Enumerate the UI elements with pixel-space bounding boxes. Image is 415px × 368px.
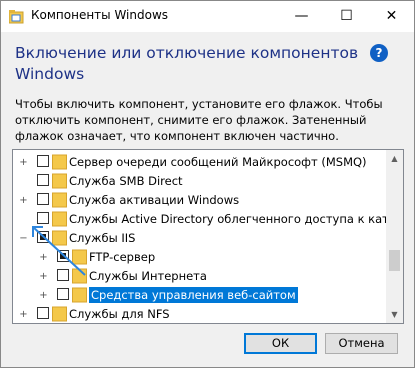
tree-item[interactable]: Службы Active Directory облегченного дос… [13, 210, 386, 229]
folder-icon [52, 154, 67, 170]
windows-features-icon [8, 9, 25, 24]
tree-item-label: Служба активации Windows [69, 193, 240, 207]
help-icon[interactable]: ? [370, 44, 388, 62]
cancel-button[interactable]: Отмена [325, 333, 398, 354]
tree-item-label: Сервер очереди сообщений Майкрософт (MSM… [69, 155, 367, 169]
feature-checkbox[interactable] [57, 269, 69, 281]
expand-icon[interactable]: + [39, 272, 48, 282]
dialog-description: Чтобы включить компонент, установите его… [15, 97, 383, 143]
expand-icon[interactable]: + [19, 158, 28, 168]
feature-checkbox[interactable] [37, 155, 49, 167]
feature-checkbox[interactable] [37, 212, 49, 224]
features-tree-rows: + Сервер очереди сообщений Майкрософт (MS… [13, 150, 386, 323]
feature-checkbox[interactable] [37, 193, 49, 205]
folder-icon [72, 287, 87, 303]
folder-icon [52, 192, 67, 208]
tree-item[interactable]: + Служба активации Windows [13, 191, 386, 210]
folder-icon [52, 306, 67, 322]
tree-item-label: Служба SMB Direct [69, 174, 183, 188]
tree-item[interactable]: + Службы Интернета [13, 267, 386, 286]
feature-checkbox[interactable] [37, 174, 49, 186]
tree-item[interactable]: + Средства управления веб-сайтом [13, 286, 386, 305]
folder-icon [72, 249, 87, 265]
tree-item[interactable]: + Сервер очереди сообщений Майкрософт (MS… [13, 153, 386, 172]
feature-checkbox[interactable] [57, 288, 69, 300]
feature-checkbox[interactable] [37, 307, 49, 319]
ok-button[interactable]: ОК [244, 333, 317, 354]
collapse-icon[interactable]: − [19, 234, 28, 244]
tree-item-label: Службы Active Directory облегченного дос… [69, 212, 386, 226]
vertical-scrollbar[interactable]: ▲ ▼ [386, 150, 403, 323]
scroll-thumb[interactable] [389, 250, 400, 271]
tree-item-label: Средства управления веб-сайтом [89, 287, 298, 303]
scroll-up-arrow-icon[interactable]: ▲ [386, 150, 403, 167]
tree-item[interactable]: + Службы для NFS [13, 305, 386, 323]
expand-icon[interactable]: + [19, 196, 28, 206]
tree-item-label: Службы IIS [69, 231, 136, 245]
tree-item[interactable]: Служба SMB Direct [13, 172, 386, 191]
maximize-button[interactable]: ☐ [324, 1, 369, 32]
window-title: Компоненты Windows [31, 8, 169, 22]
expand-icon[interactable]: + [39, 291, 48, 301]
folder-icon [52, 211, 67, 227]
windows-features-dialog: Компоненты Windows — ☐ ✕ Включение или о… [0, 0, 415, 368]
tree-item-label: Службы Интернета [89, 269, 207, 283]
tree-item-label: FTP-сервер [89, 250, 156, 264]
folder-icon [72, 268, 87, 284]
feature-checkbox[interactable] [57, 250, 69, 262]
tree-item[interactable]: + FTP-сервер [13, 248, 386, 267]
expand-icon[interactable]: + [39, 253, 48, 263]
close-button[interactable]: ✕ [369, 1, 414, 32]
feature-checkbox[interactable] [37, 231, 49, 243]
expand-icon[interactable]: + [19, 310, 28, 320]
minimize-button[interactable]: — [279, 1, 324, 32]
dialog-heading: Включение или отключение компонентов Win… [15, 44, 359, 83]
folder-icon [52, 230, 67, 246]
scroll-down-arrow-icon[interactable]: ▼ [386, 306, 403, 323]
features-tree[interactable]: + Сервер очереди сообщений Майкрософт (MS… [12, 149, 404, 324]
tree-item[interactable]: − Службы IIS [13, 229, 386, 248]
tree-item-label: Службы для NFS [69, 307, 170, 321]
folder-icon [52, 173, 67, 189]
title-bar: Компоненты Windows — ☐ ✕ [1, 1, 414, 32]
